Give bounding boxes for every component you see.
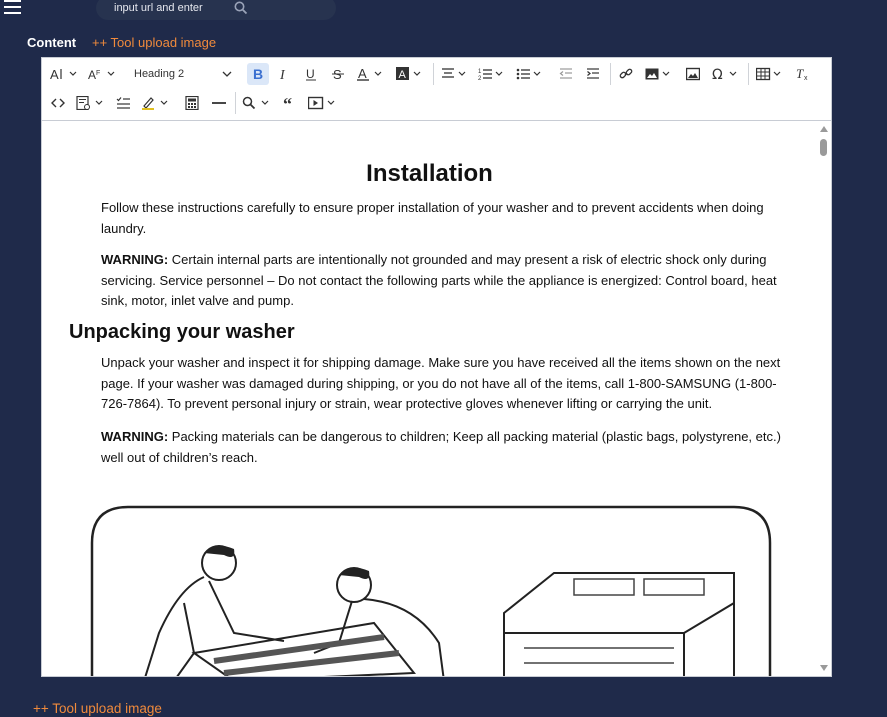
template-button[interactable]: [74, 92, 108, 114]
heading-select-value: Heading 2: [134, 68, 185, 80]
horizontal-line-button[interactable]: [209, 92, 229, 114]
svg-text:x: x: [804, 75, 808, 81]
svg-text:1: 1: [478, 69, 482, 75]
svg-text:A: A: [358, 67, 367, 81]
url-search-bar: [96, 0, 336, 20]
svg-text:B: B: [253, 67, 263, 81]
table-button[interactable]: [754, 63, 786, 85]
find-replace-button[interactable]: [240, 92, 274, 114]
svg-text:A: A: [88, 68, 96, 81]
scroll-up-arrow-icon[interactable]: [820, 126, 828, 132]
link-button[interactable]: [616, 63, 636, 85]
italic-button[interactable]: I: [274, 63, 294, 85]
indent-button[interactable]: [583, 63, 603, 85]
warning-label-2: WARNING:: [101, 429, 169, 444]
background-color-button[interactable]: A: [394, 63, 426, 85]
svg-text:T: T: [796, 67, 804, 81]
clear-format-button[interactable]: Tx: [792, 63, 814, 85]
source-code-button[interactable]: [48, 92, 68, 114]
underline-button[interactable]: U: [301, 63, 321, 85]
unpacking-illustration: [90, 505, 772, 676]
section-heading: Unpacking your washer: [69, 321, 295, 343]
unpack-paragraph: Unpack your washer and inspect it for sh…: [101, 355, 781, 411]
bold-button[interactable]: B: [247, 63, 269, 85]
svg-text:A: A: [50, 67, 59, 81]
warning-paragraph-1: WARNING: Certain internal parts are inte…: [101, 250, 781, 312]
calculator-button[interactable]: [182, 92, 202, 114]
url-input[interactable]: [112, 1, 226, 15]
rich-text-editor: A AF Heading 2 B I U S A A 1 2 Ω T x “ I…: [41, 57, 832, 677]
bullet-list-button[interactable]: [514, 63, 546, 85]
special-character-button[interactable]: Ω: [710, 63, 742, 85]
warning-label-1: WARNING:: [101, 252, 169, 267]
svg-text:“: “: [283, 96, 292, 110]
scrollbar-thumb[interactable]: [820, 139, 827, 156]
editor-toolbar: A AF Heading 2 B I U S A A 1 2 Ω T x “: [42, 58, 831, 121]
warning-text-2: Packing materials can be dangerous to ch…: [101, 429, 781, 465]
content-label: Content: [27, 35, 77, 50]
strikethrough-button[interactable]: S: [328, 63, 348, 85]
heading-select[interactable]: Heading 2: [130, 63, 236, 85]
align-button[interactable]: [439, 63, 471, 85]
warning-paragraph-2: WARNING: Packing materials can be danger…: [101, 427, 781, 468]
image-gallery-button[interactable]: [683, 63, 703, 85]
blockquote-button[interactable]: “: [280, 92, 300, 114]
upload-image-link-top[interactable]: ++ Tool upload image: [92, 35, 216, 50]
scroll-down-arrow-icon[interactable]: [820, 665, 828, 671]
svg-text:F: F: [96, 70, 100, 77]
checklist-button[interactable]: [113, 92, 133, 114]
svg-text:A: A: [399, 69, 407, 81]
editor-scrollbar[interactable]: [816, 121, 831, 676]
svg-text:Ω: Ω: [712, 67, 723, 81]
highlight-button[interactable]: [139, 92, 173, 114]
intro-paragraph: Follow these instructions carefully to e…: [101, 200, 764, 236]
warning-text-1: Certain internal parts are intentionally…: [101, 252, 777, 308]
document-content[interactable]: Installation Follow these instructions c…: [42, 121, 817, 676]
media-embed-button[interactable]: [306, 92, 340, 114]
outdent-button[interactable]: [556, 63, 576, 85]
font-color-button[interactable]: A: [355, 63, 387, 85]
upload-image-link-bottom[interactable]: ++ Tool upload image: [33, 701, 162, 716]
document-title: Installation: [366, 160, 493, 187]
menu-icon[interactable]: [4, 0, 22, 14]
font-size-button[interactable]: A: [48, 63, 80, 85]
svg-text:I: I: [279, 68, 286, 81]
image-button[interactable]: [643, 63, 675, 85]
numbered-list-button[interactable]: 12: [476, 63, 508, 85]
search-icon[interactable]: [234, 1, 248, 15]
font-style-button[interactable]: AF: [86, 63, 118, 85]
svg-text:U: U: [306, 67, 315, 81]
svg-text:2: 2: [478, 76, 482, 81]
